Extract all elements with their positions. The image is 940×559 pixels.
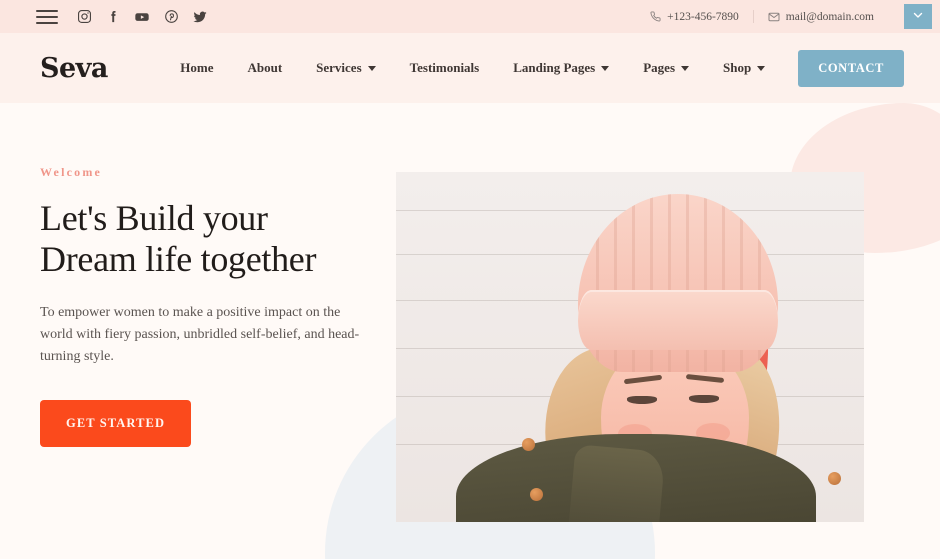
jacket-button [530, 488, 543, 501]
nav-item-home[interactable]: Home [163, 60, 230, 76]
nav-label: Testimonials [409, 60, 480, 75]
hero-description: To empower women to make a positive impa… [40, 305, 360, 364]
phone-icon [650, 11, 661, 22]
page-title: Let's Build your Dream life together [40, 198, 395, 280]
phone-number: +123-456-7890 [667, 10, 739, 23]
eye-left [627, 396, 657, 404]
nav-label: Landing Pages [513, 60, 596, 75]
hamburger-line [36, 15, 58, 18]
nav-label: Shop [723, 60, 752, 75]
hamburger-line [36, 9, 58, 12]
nav-item-testimonials[interactable]: Testimonials [393, 60, 497, 76]
hamburger-icon[interactable] [36, 9, 58, 24]
phone-contact[interactable]: +123-456-7890 [636, 11, 753, 23]
jacket-button [522, 438, 535, 451]
facebook-icon[interactable] [105, 9, 121, 25]
jacket-lapel [566, 444, 666, 522]
chevron-down-icon [681, 65, 690, 71]
site-header: Seva Home About Services Testimonials La… [0, 33, 940, 103]
topbar-collapse-button[interactable] [904, 4, 932, 29]
beanie-cuff [578, 290, 778, 350]
chevron-down-icon [911, 8, 925, 25]
chevron-down-icon [601, 65, 610, 71]
nav-item-pages[interactable]: Pages [626, 60, 706, 76]
site-logo[interactable]: Seva [40, 53, 108, 84]
email-contact[interactable]: mail@domain.com [754, 11, 888, 23]
get-started-button[interactable]: GET STARTED [40, 400, 192, 447]
hero-text-column: Welcome Let's Build your Dream life toge… [40, 103, 395, 559]
nav-label: Services [316, 60, 362, 75]
nav-label: Home [180, 60, 214, 75]
nav-label: About [247, 60, 283, 75]
email-address: mail@domain.com [785, 10, 874, 23]
hero-title-line-2: Dream life together [40, 239, 317, 279]
youtube-icon[interactable] [134, 9, 150, 25]
nav-item-services[interactable]: Services [299, 60, 392, 76]
twitter-icon[interactable] [192, 9, 208, 25]
hamburger-line [36, 21, 58, 24]
social-links [76, 9, 208, 25]
envelope-icon [768, 11, 780, 23]
pinterest-icon[interactable] [163, 9, 179, 25]
hero-image-content [396, 172, 864, 522]
page-root: +123-456-7890 mail@domain.com Seva Home … [0, 0, 940, 559]
nav-label: Pages [643, 60, 676, 75]
main-navigation: Home About Services Testimonials Landing… [163, 49, 904, 87]
jacket-button [828, 472, 841, 485]
chevron-down-icon [367, 65, 376, 71]
hero-title-line-1: Let's Build your [40, 198, 268, 238]
chevron-down-icon [757, 65, 766, 71]
hero-section: Welcome Let's Build your Dream life toge… [0, 103, 940, 559]
hero-eyebrow: Welcome [40, 165, 103, 179]
nav-item-landing-pages[interactable]: Landing Pages [496, 60, 626, 76]
topbar-right-group: +123-456-7890 mail@domain.com [636, 4, 940, 29]
topbar-left-group [36, 9, 208, 25]
contact-button[interactable]: CONTACT [798, 49, 904, 87]
top-utility-bar: +123-456-7890 mail@domain.com [0, 0, 940, 33]
hero-image [396, 172, 864, 522]
instagram-icon[interactable] [76, 9, 92, 25]
nav-item-shop[interactable]: Shop [706, 60, 782, 76]
eye-right [689, 395, 719, 403]
nav-item-about[interactable]: About [230, 60, 299, 76]
